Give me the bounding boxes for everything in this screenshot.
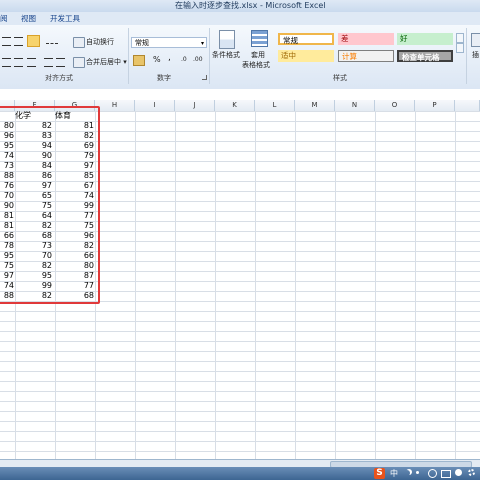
column-header-k[interactable]: K xyxy=(215,100,255,111)
settings-icon[interactable] xyxy=(468,469,475,476)
ribbon-separator xyxy=(128,28,129,84)
style-bad[interactable]: 差 xyxy=(338,33,394,45)
column-header-p[interactable]: P xyxy=(415,100,455,111)
wrap-text-icon xyxy=(73,37,85,48)
merge-center-label: 合并后居中 xyxy=(86,58,121,66)
increase-decimal-button[interactable]: .0 xyxy=(181,55,187,65)
ime-mode-label[interactable]: 中 xyxy=(390,468,398,479)
tab-review[interactable]: 阅 xyxy=(0,13,8,24)
ribbon-separator xyxy=(466,28,467,84)
decrease-decimal-button[interactable]: .00 xyxy=(193,55,203,65)
style-check-cell[interactable]: 检查单元格 xyxy=(397,50,453,62)
wrap-text-button[interactable]: 自动换行 xyxy=(86,37,114,47)
number-format-dropdown[interactable]: 常规 ▾ xyxy=(131,37,207,48)
align-bottom-icon[interactable] xyxy=(27,35,40,47)
ribbon-separator xyxy=(209,28,210,84)
styles-scroll-up-icon[interactable] xyxy=(456,33,464,43)
merge-center-icon xyxy=(73,57,85,68)
increase-indent-icon[interactable] xyxy=(56,58,65,67)
punctuation-icon[interactable] xyxy=(416,471,419,474)
conditional-format-icon xyxy=(219,30,235,49)
orientation-icon[interactable] xyxy=(46,37,58,44)
group-number-label: 数字 xyxy=(157,74,171,82)
user-icon[interactable] xyxy=(455,469,462,476)
dialog-launcher-icon[interactable] xyxy=(202,75,207,80)
conditional-format-button[interactable]: 条件格式 xyxy=(212,50,240,60)
style-good[interactable]: 好 xyxy=(397,33,453,45)
highlight-box xyxy=(0,106,100,304)
style-neutral[interactable]: 适中 xyxy=(278,50,334,62)
styles-scroll-down-icon[interactable] xyxy=(456,43,464,53)
insert-cells-button[interactable]: 插 xyxy=(472,50,479,60)
column-header-h[interactable]: H xyxy=(95,100,135,111)
column-header-i[interactable]: I xyxy=(135,100,175,111)
column-header-o[interactable]: O xyxy=(375,100,415,111)
keyboard-icon[interactable] xyxy=(441,470,451,478)
moon-icon[interactable] xyxy=(404,470,410,476)
minimize-button[interactable] xyxy=(440,2,450,10)
style-normal[interactable]: 常规 xyxy=(278,33,334,45)
merge-center-dropdown-arrow[interactable]: ▾ xyxy=(123,58,127,66)
decrease-indent-icon[interactable] xyxy=(44,58,53,67)
window-title: 在输入时逐步查找.xlsx - Microsoft Excel xyxy=(175,1,326,10)
taskbar: S 中 xyxy=(0,467,480,480)
chevron-down-icon: ▾ xyxy=(200,40,204,47)
align-middle-icon[interactable] xyxy=(14,37,23,46)
percent-button[interactable]: % xyxy=(153,55,161,65)
group-alignment-label: 对齐方式 xyxy=(45,74,73,82)
tab-view[interactable]: 视图 xyxy=(21,13,36,24)
sogou-ime-icon[interactable]: S xyxy=(374,468,385,479)
emoji-icon[interactable] xyxy=(428,469,437,478)
column-header-partial[interactable] xyxy=(455,100,480,111)
align-left-icon[interactable] xyxy=(2,58,11,67)
align-top-icon[interactable] xyxy=(2,37,11,46)
currency-icon[interactable] xyxy=(133,55,145,66)
align-center-icon[interactable] xyxy=(14,58,23,67)
tab-developer[interactable]: 开发工具 xyxy=(50,13,80,24)
column-header-n[interactable]: N xyxy=(335,100,375,111)
ribbon: 自动换行 合并后居中 ▾ 对齐方式 常规 ▾ % , .0 .00 数字 条件格… xyxy=(0,25,480,90)
table-format-label-1[interactable]: 套用 xyxy=(251,50,265,60)
table-format-label-2[interactable]: 表格格式 xyxy=(242,60,270,70)
column-header-m[interactable]: M xyxy=(295,100,335,111)
number-format-value: 常规 xyxy=(135,39,149,47)
column-header-l[interactable]: L xyxy=(255,100,295,111)
merge-center-button[interactable]: 合并后居中 ▾ xyxy=(86,57,127,67)
title-bar: 在输入时逐步查找.xlsx - Microsoft Excel xyxy=(0,0,480,12)
insert-cells-icon xyxy=(471,33,480,47)
group-styles-label: 样式 xyxy=(333,74,347,82)
style-calculation[interactable]: 计算 xyxy=(338,50,394,62)
table-format-icon xyxy=(251,30,268,47)
ribbon-tabs: 阅 视图 开发工具 xyxy=(0,12,480,25)
comma-button[interactable]: , xyxy=(168,53,171,63)
align-right-icon[interactable] xyxy=(27,58,36,67)
column-header-j[interactable]: J xyxy=(175,100,215,111)
